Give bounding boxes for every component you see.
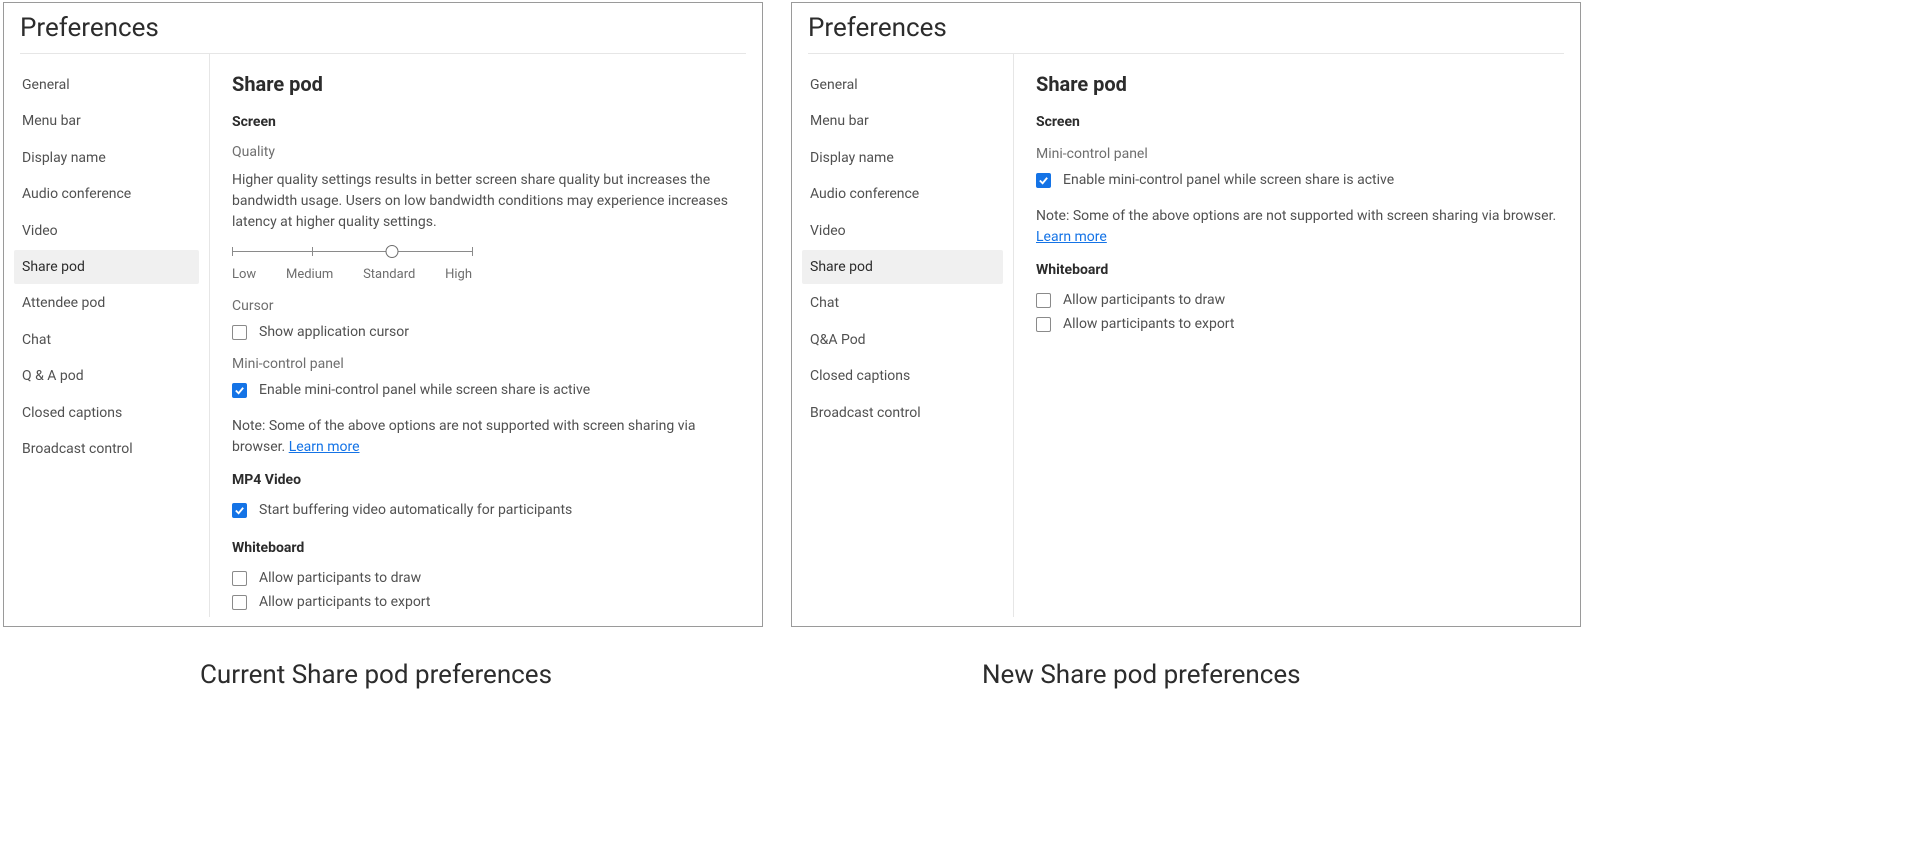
- mini-control-option-label: Enable mini-control panel while screen s…: [259, 382, 590, 398]
- sidebar-item-broadcast-control[interactable]: Broadcast control: [802, 396, 1003, 430]
- content-new: Share pod Screen Mini-control panel Enab…: [1014, 54, 1580, 617]
- mini-control-checkbox[interactable]: [1036, 173, 1051, 188]
- sidebar-item-menu-bar[interactable]: Menu bar: [802, 104, 1003, 138]
- wb-draw-checkbox-row[interactable]: Allow participants to draw: [232, 570, 744, 586]
- mini-control-label: Mini-control panel: [1036, 146, 1562, 162]
- sidebar-item-video[interactable]: Video: [802, 214, 1003, 248]
- content-current: Share pod Screen Quality Higher quality …: [210, 54, 762, 617]
- show-cursor-checkbox-row[interactable]: Show application cursor: [232, 324, 744, 340]
- wb-draw-checkbox[interactable]: [232, 571, 247, 586]
- preferences-panel-new: Preferences GeneralMenu barDisplay nameA…: [791, 2, 1581, 627]
- slider-label-standard: Standard: [363, 267, 415, 282]
- sidebar-new: GeneralMenu barDisplay nameAudio confere…: [792, 54, 1014, 617]
- wb-export-checkbox[interactable]: [232, 595, 247, 610]
- sidebar-item-general[interactable]: General: [14, 68, 199, 102]
- caption-new: New Share pod preferences: [982, 660, 1301, 690]
- quality-slider-thumb[interactable]: [385, 245, 398, 258]
- wb-export-checkbox-row[interactable]: Allow participants to export: [232, 594, 744, 610]
- sidebar-item-share-pod[interactable]: Share pod: [14, 250, 199, 284]
- screen-note: Note: Some of the above options are not …: [232, 416, 744, 458]
- wb-export-label: Allow participants to export: [1063, 316, 1234, 332]
- preferences-panel-current: Preferences GeneralMenu barDisplay nameA…: [3, 2, 763, 627]
- sidebar-item-chat[interactable]: Chat: [14, 323, 199, 357]
- content-heading: Share pod: [1036, 72, 1562, 96]
- wb-draw-label: Allow participants to draw: [259, 570, 421, 586]
- slider-label-high: High: [445, 267, 472, 282]
- slider-labels: Low Medium Standard High: [232, 267, 472, 282]
- wb-draw-label: Allow participants to draw: [1063, 292, 1225, 308]
- sidebar-item-q-a-pod[interactable]: Q & A pod: [14, 359, 199, 393]
- show-cursor-label: Show application cursor: [259, 324, 409, 340]
- sidebar-item-attendee-pod[interactable]: Attendee pod: [14, 286, 199, 320]
- screen-note: Note: Some of the above options are not …: [1036, 206, 1562, 248]
- mp4-buffer-checkbox[interactable]: [232, 503, 247, 518]
- mini-control-checkbox[interactable]: [232, 383, 247, 398]
- wb-export-label: Allow participants to export: [259, 594, 430, 610]
- section-screen-label: Screen: [232, 114, 744, 130]
- wb-draw-checkbox[interactable]: [1036, 293, 1051, 308]
- sidebar-item-chat[interactable]: Chat: [802, 286, 1003, 320]
- panel-title: Preferences: [4, 3, 762, 53]
- sidebar-item-closed-captions[interactable]: Closed captions: [14, 396, 199, 430]
- quality-desc: Higher quality settings results in bette…: [232, 170, 744, 233]
- note-text: Note: Some of the above options are not …: [1036, 208, 1556, 224]
- sidebar-current: GeneralMenu barDisplay nameAudio confere…: [4, 54, 210, 617]
- wb-export-checkbox[interactable]: [1036, 317, 1051, 332]
- learn-more-link[interactable]: Learn more: [1036, 229, 1107, 245]
- mp4-buffer-label: Start buffering video automatically for …: [259, 502, 572, 518]
- sidebar-item-share-pod[interactable]: Share pod: [802, 250, 1003, 284]
- mini-control-option-label: Enable mini-control panel while screen s…: [1063, 172, 1394, 188]
- wb-draw-checkbox-row[interactable]: Allow participants to draw: [1036, 292, 1562, 308]
- sidebar-item-video[interactable]: Video: [14, 214, 199, 248]
- show-cursor-checkbox[interactable]: [232, 325, 247, 340]
- sidebar-item-general[interactable]: General: [802, 68, 1003, 102]
- caption-current: Current Share pod preferences: [200, 660, 552, 690]
- slider-label-medium: Medium: [286, 267, 333, 282]
- mp4-buffer-checkbox-row[interactable]: Start buffering video automatically for …: [232, 502, 744, 518]
- panel-title: Preferences: [792, 3, 1580, 53]
- sidebar-item-closed-captions[interactable]: Closed captions: [802, 359, 1003, 393]
- learn-more-link[interactable]: Learn more: [289, 439, 360, 455]
- quality-label: Quality: [232, 144, 744, 160]
- mini-control-checkbox-row[interactable]: Enable mini-control panel while screen s…: [232, 382, 744, 398]
- section-screen-label: Screen: [1036, 114, 1562, 130]
- quality-slider[interactable]: Low Medium Standard High: [232, 245, 472, 282]
- wb-export-checkbox-row[interactable]: Allow participants to export: [1036, 316, 1562, 332]
- sidebar-item-display-name[interactable]: Display name: [802, 141, 1003, 175]
- whiteboard-label: Whiteboard: [1036, 262, 1562, 278]
- content-heading: Share pod: [232, 72, 744, 96]
- sidebar-item-menu-bar[interactable]: Menu bar: [14, 104, 199, 138]
- sidebar-item-q-a-pod[interactable]: Q&A Pod: [802, 323, 1003, 357]
- whiteboard-label: Whiteboard: [232, 540, 744, 556]
- mini-control-label: Mini-control panel: [232, 356, 744, 372]
- mini-control-checkbox-row[interactable]: Enable mini-control panel while screen s…: [1036, 172, 1562, 188]
- cursor-label: Cursor: [232, 298, 744, 314]
- sidebar-item-display-name[interactable]: Display name: [14, 141, 199, 175]
- slider-label-low: Low: [232, 267, 256, 282]
- mp4-label: MP4 Video: [232, 472, 744, 488]
- sidebar-item-audio-conference[interactable]: Audio conference: [14, 177, 199, 211]
- sidebar-item-broadcast-control[interactable]: Broadcast control: [14, 432, 199, 466]
- sidebar-item-audio-conference[interactable]: Audio conference: [802, 177, 1003, 211]
